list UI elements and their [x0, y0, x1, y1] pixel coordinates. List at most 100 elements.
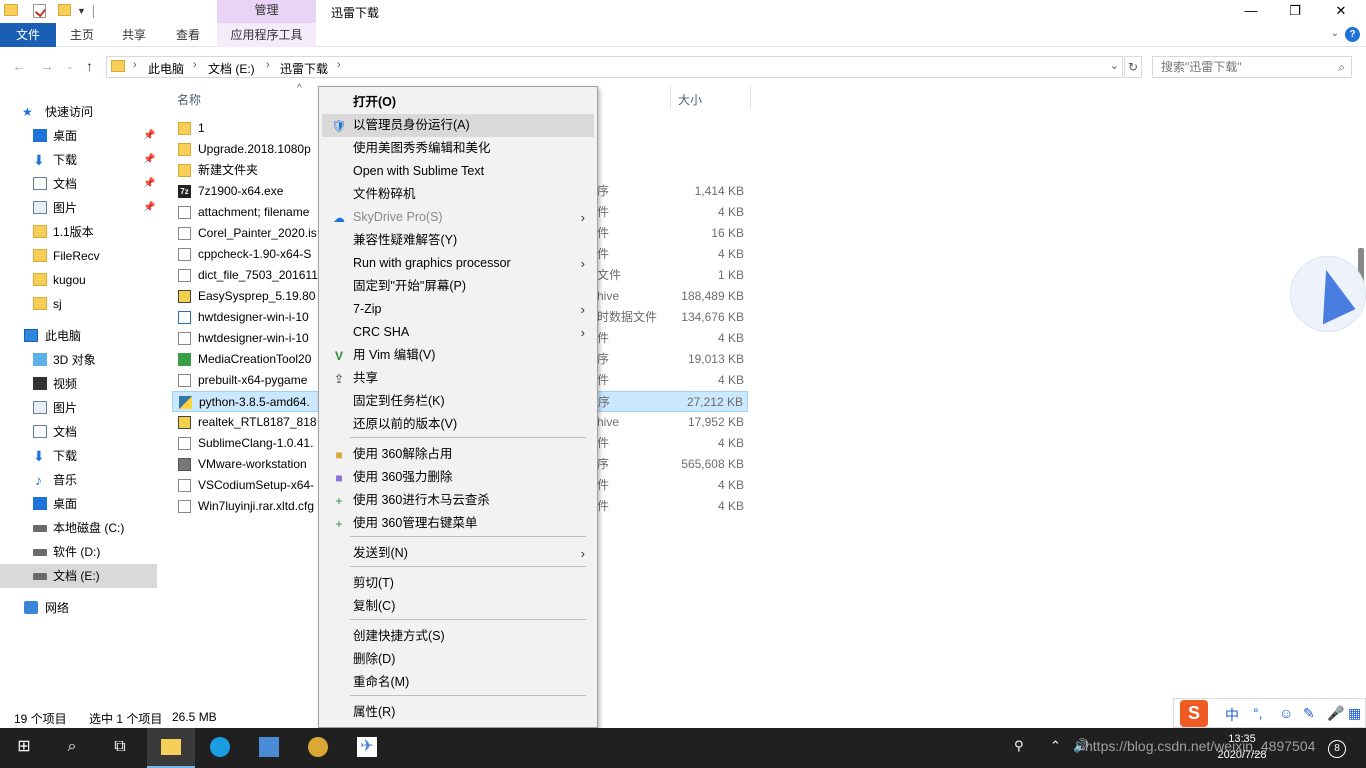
chevron-right-icon[interactable]: › — [266, 59, 270, 71]
context-menu-item[interactable]: 复制(C) — [322, 595, 594, 618]
context-menu-item[interactable]: 剪切(T) — [322, 572, 594, 595]
minimize-button[interactable]: — — [1228, 0, 1274, 23]
tab-view[interactable]: 查看 — [160, 23, 216, 47]
divider[interactable] — [670, 85, 671, 109]
context-menu-item[interactable]: 🛡 以管理员身份运行(A) — [322, 114, 594, 137]
search-box[interactable]: ⌕ — [1152, 56, 1352, 78]
context-menu-item[interactable]: Run with graphics processor › — [322, 252, 594, 275]
nav-item-documents[interactable]: 文档 — [0, 420, 157, 444]
notification-center-icon[interactable]: 8 — [1328, 740, 1346, 758]
up-icon[interactable]: ↑ — [86, 58, 93, 74]
context-menu-item[interactable]: 属性(R) — [322, 701, 594, 724]
nav-item-downloads[interactable]: ⬇ 下载 — [0, 444, 157, 468]
close-button[interactable]: ✕ — [1318, 0, 1364, 23]
nav-item-folder[interactable]: sj — [0, 292, 157, 316]
forward-icon[interactable]: → — [40, 58, 54, 74]
new-folder-icon[interactable] — [58, 4, 71, 16]
sogou-logo-icon[interactable]: S — [1180, 700, 1208, 727]
back-icon[interactable]: ← — [12, 58, 26, 74]
nav-item-documents[interactable]: 文档 📌 — [0, 172, 157, 196]
context-menu-item[interactable]: CRC SHA › — [322, 321, 594, 344]
properties-icon[interactable] — [33, 4, 46, 18]
search-input[interactable] — [1153, 57, 1323, 77]
recent-locations-icon[interactable]: ⌄ — [66, 61, 74, 72]
ribbon-expand-icon[interactable]: ⌄ — [1331, 28, 1339, 39]
edge-taskbar-button[interactable] — [196, 728, 244, 768]
maximize-button[interactable]: ❐ — [1272, 0, 1318, 23]
floating-bird-icon[interactable] — [1290, 256, 1366, 332]
nav-item-desktop[interactable]: 桌面 📌 — [0, 124, 157, 148]
pen-icon[interactable]: ✎ — [1303, 705, 1315, 722]
nav-item-folder[interactable]: FileRecv — [0, 244, 157, 268]
quick-access-dropdown-icon[interactable]: ▼ — [77, 6, 86, 22]
context-menu-item[interactable]: 7-Zip › — [322, 298, 594, 321]
file-explorer-taskbar-button[interactable] — [147, 728, 195, 768]
context-menu-item[interactable]: + 使用 360管理右键菜单 — [322, 512, 594, 535]
context-menu-item[interactable]: 重命名(M) — [322, 671, 594, 694]
manage-contextual-tab[interactable]: 管理 — [217, 0, 316, 23]
context-menu-item[interactable]: 创建快捷方式(S) — [322, 625, 594, 648]
context-menu-item[interactable]: ☁ SkyDrive Pro(S) › — [322, 206, 594, 229]
divider[interactable] — [750, 85, 751, 109]
address-dropdown-icon[interactable]: ⌄ — [1110, 59, 1119, 72]
breadcrumb-this-pc[interactable]: 此电脑 — [148, 60, 184, 77]
task-view-button[interactable]: ⧉ — [96, 728, 144, 768]
nav-item-drive-e[interactable]: 文档 (E:) — [0, 564, 157, 588]
refresh-button[interactable]: ↻ — [1124, 56, 1142, 78]
chevron-right-icon[interactable]: › — [133, 59, 137, 71]
search-taskbar-button[interactable]: ⌕ — [48, 728, 96, 768]
chevron-right-icon[interactable]: › — [337, 59, 341, 71]
people-icon[interactable]: ⚲ — [1014, 738, 1024, 754]
search-icon[interactable]: ⌕ — [1338, 60, 1345, 75]
context-menu-item[interactable]: 兼容性疑难解答(Y) — [322, 229, 594, 252]
context-menu-item[interactable]: ⇪ 共享 — [322, 367, 594, 390]
context-menu-item[interactable]: 打开(O) — [322, 91, 594, 114]
tab-file[interactable]: 文件 — [0, 23, 56, 47]
nav-item-folder[interactable]: kugou — [0, 268, 157, 292]
emoji-icon[interactable]: ☺ — [1279, 705, 1293, 721]
pin-icon[interactable]: 📌 — [143, 172, 155, 196]
nav-item-drive-d[interactable]: 软件 (D:) — [0, 540, 157, 564]
nav-item-desktop[interactable]: 桌面 — [0, 492, 157, 516]
nav-item-downloads[interactable]: ⬇ 下载 📌 — [0, 148, 157, 172]
column-name[interactable]: 名称 — [177, 91, 201, 108]
context-menu-item[interactable]: 固定到"开始"屏幕(P) — [322, 275, 594, 298]
context-menu-item[interactable]: 发送到(N) › — [322, 542, 594, 565]
nav-item-pictures[interactable]: 图片 📌 — [0, 196, 157, 220]
pin-icon[interactable]: 📌 — [143, 196, 155, 220]
pin-icon[interactable]: 📌 — [143, 148, 155, 172]
context-menu-item[interactable]: 使用美图秀秀编辑和美化 — [322, 137, 594, 160]
column-size[interactable]: 大小 — [678, 91, 702, 108]
punctuation-icon[interactable]: °, — [1253, 705, 1263, 721]
help-icon[interactable]: ? — [1345, 27, 1360, 42]
nav-item-pictures[interactable]: 图片 — [0, 396, 157, 420]
nav-quick-access[interactable]: ★ 快速访问 — [0, 100, 157, 124]
context-menu-item[interactable]: ■ 使用 360强力删除 — [322, 466, 594, 489]
context-menu-item[interactable]: 文件粉碎机 — [322, 183, 594, 206]
tab-share[interactable]: 共享 — [108, 23, 160, 47]
context-menu-item[interactable]: V 用 Vim 编辑(V) — [322, 344, 594, 367]
context-menu-item[interactable]: 还原以前的版本(V) — [322, 413, 594, 436]
pin-icon[interactable]: 📌 — [143, 124, 155, 148]
start-button[interactable]: ⊞ — [0, 728, 48, 768]
breadcrumb-current-folder[interactable]: 迅雷下载 — [280, 60, 328, 77]
nav-item-folder[interactable]: 1.1版本 — [0, 220, 157, 244]
microphone-icon[interactable]: 🎤 — [1327, 705, 1344, 722]
nav-item-music[interactable]: ♪ 音乐 — [0, 468, 157, 492]
nav-this-pc[interactable]: 此电脑 — [0, 324, 157, 348]
nav-item-3d-objects[interactable]: 3D 对象 — [0, 348, 157, 372]
show-hidden-icons-icon[interactable]: ⌃ — [1050, 738, 1061, 754]
tab-home[interactable]: 主页 — [56, 23, 108, 47]
folder-icon[interactable] — [4, 4, 18, 16]
context-menu-item[interactable]: 固定到任务栏(K) — [322, 390, 594, 413]
paint-taskbar-button[interactable] — [294, 728, 342, 768]
grid-icon[interactable]: ▦ — [1348, 705, 1361, 722]
context-menu-item[interactable]: Open with Sublime Text — [322, 160, 594, 183]
nav-item-drive-c[interactable]: 本地磁盘 (C:) — [0, 516, 157, 540]
app-taskbar-button[interactable]: ✈ — [343, 728, 391, 768]
chevron-right-icon[interactable]: › — [193, 59, 197, 71]
nav-network[interactable]: 网络 — [0, 596, 157, 620]
ime-mode-toggle[interactable]: 中 — [1225, 705, 1239, 725]
context-menu-item[interactable]: ■ 使用 360解除占用 — [322, 443, 594, 466]
breadcrumb-drive-e[interactable]: 文档 (E:) — [208, 60, 255, 77]
